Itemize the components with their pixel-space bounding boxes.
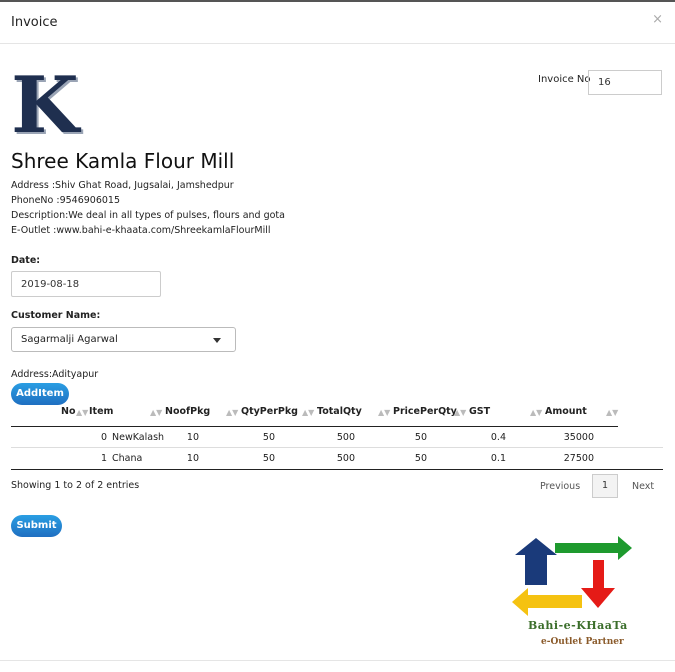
cell-totalqty: 500 — [336, 432, 355, 443]
cell-noofpkg: 10 — [186, 453, 199, 464]
cell-no: 1 — [100, 453, 107, 464]
shop-eoutlet: E-Outlet :www.bahi-e-khaata.com/Shreekam… — [11, 225, 271, 236]
cell-item: Chana — [112, 453, 143, 464]
cell-item: NewKalash — [112, 432, 165, 443]
cell-qtyperpkg: 50 — [262, 432, 275, 443]
sort-icon: ▲▼ — [76, 408, 89, 417]
shop-phone: PhoneNo :9546906015 — [11, 195, 121, 206]
invoice-no-label: Invoice No — [538, 74, 591, 85]
col-header-no[interactable]: No — [61, 406, 75, 417]
arrow-left-icon — [512, 588, 582, 616]
customer-name-label: Customer Name: — [11, 310, 101, 321]
modal-title: Invoice — [11, 15, 58, 30]
shop-name: Shree Kamla Flour Mill — [11, 149, 235, 173]
add-item-button[interactable]: AddItem — [11, 383, 69, 405]
col-header-item[interactable]: Item — [89, 406, 113, 417]
pagination-page-1[interactable]: 1 — [592, 474, 618, 498]
col-header-noofpkg[interactable]: NoofPkg — [165, 406, 210, 417]
pagination-previous[interactable]: Previous — [540, 481, 580, 492]
row-divider — [11, 447, 663, 448]
cell-amount: 27500 — [563, 453, 594, 464]
sort-icon: ▲▼ — [606, 408, 619, 417]
shop-description: Description:We deal in all types of puls… — [11, 210, 285, 221]
logo-letter: K — [11, 74, 82, 138]
cell-qtyperpkg: 50 — [262, 453, 275, 464]
date-label: Date: — [11, 255, 41, 266]
table-info: Showing 1 to 2 of 2 entries — [11, 480, 140, 491]
date-input[interactable]: 2019-08-18 — [11, 271, 161, 297]
modal-footer-divider — [0, 660, 675, 661]
col-header-gst[interactable]: GST — [469, 406, 490, 417]
sort-icon: ▲▼ — [302, 408, 315, 417]
customer-select[interactable]: Sagarmalji Agarwal — [11, 327, 236, 352]
sort-icon: ▲▼ — [530, 408, 543, 417]
arrow-up-icon — [515, 538, 557, 585]
cell-priceperqty: 50 — [414, 453, 427, 464]
customer-address: Address:Adityapur — [11, 369, 99, 380]
shop-address: Address :Shiv Ghat Road, Jugsalai, Jamsh… — [11, 180, 234, 191]
cell-noofpkg: 10 — [186, 432, 199, 443]
pagination-next[interactable]: Next — [632, 481, 654, 492]
arrow-down-icon — [581, 560, 615, 608]
cell-no: 0 — [100, 432, 107, 443]
col-header-amount[interactable]: Amount — [545, 406, 587, 417]
shop-logo: K K — [11, 74, 84, 138]
sort-icon: ▲▼ — [378, 408, 391, 417]
col-header-qtyperpkg[interactable]: QtyPerPkg — [241, 406, 298, 417]
brand-name: Bahi-e-KHaaTa — [528, 619, 628, 632]
invoice-no-input[interactable]: 16 — [588, 70, 662, 95]
arrow-right-icon — [555, 536, 632, 560]
sort-icon: ▲▼ — [226, 408, 239, 417]
submit-button[interactable]: Submit — [11, 515, 62, 537]
cell-gst: 0.4 — [490, 432, 506, 443]
cell-priceperqty: 50 — [414, 432, 427, 443]
table-bottom-border — [11, 469, 663, 470]
cell-gst: 0.1 — [490, 453, 506, 464]
customer-select-value: Sagarmalji Agarwal — [21, 334, 118, 345]
cell-totalqty: 500 — [336, 453, 355, 464]
cell-amount: 35000 — [563, 432, 594, 443]
close-icon[interactable]: × — [652, 12, 663, 27]
sort-icon: ▲▼ — [454, 408, 467, 417]
modal-header: Invoice × — [0, 2, 675, 44]
col-header-priceperqty[interactable]: PricePerQty — [393, 406, 457, 417]
brand-tagline: e-Outlet Partner — [541, 637, 624, 647]
sort-icon: ▲▼ — [150, 408, 163, 417]
chevron-down-icon — [213, 338, 221, 343]
table-header-divider — [11, 426, 618, 427]
col-header-totalqty[interactable]: TotalQty — [317, 406, 362, 417]
